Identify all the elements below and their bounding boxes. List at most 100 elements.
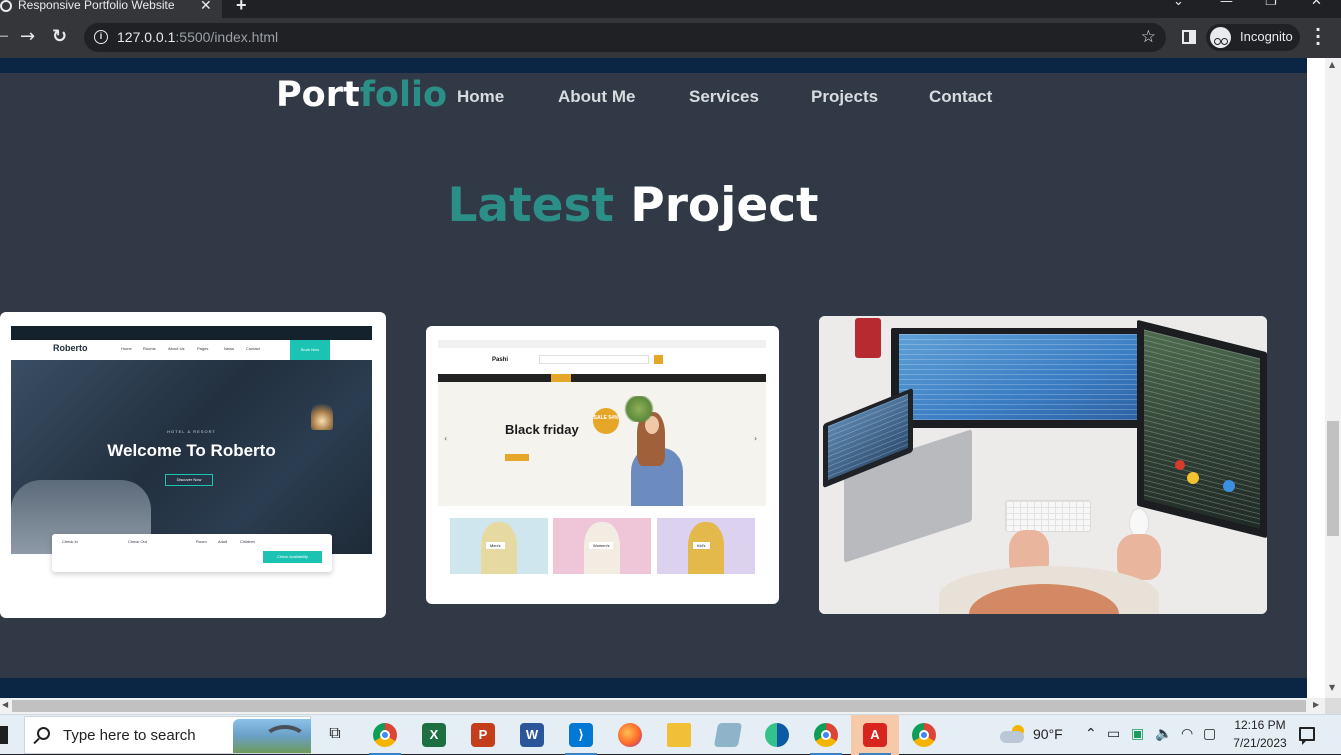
mockup-headline: Welcome To Roberto [107, 441, 276, 460]
tab-search-icon[interactable]: ⌄ [1173, 0, 1184, 9]
mockup-menu-item: Home [121, 346, 132, 351]
sale-badge: SALE 54% [593, 408, 619, 434]
tab-title: Responsive Portfolio Website [18, 0, 175, 12]
forward-arrow-icon[interactable]: → [20, 26, 35, 47]
taskbar-app-chrome-alt[interactable] [900, 715, 948, 755]
site-logo[interactable]: Portfolio [276, 75, 447, 115]
clock-date[interactable]: 7/21/2023 [1225, 736, 1295, 750]
mockup-headline: Black friday [505, 422, 579, 437]
chevron-up-icon[interactable]: ⌃ [1085, 726, 1097, 742]
scroll-left-arrow-icon[interactable]: ◀ [2, 700, 8, 709]
close-window-button[interactable]: ✕ [1311, 0, 1322, 9]
task-view-icon: ⧉ [329, 723, 341, 742]
nav-services[interactable]: Services [689, 87, 759, 107]
vertical-scrollbar[interactable]: ▲ ▼ [1325, 58, 1341, 698]
scroll-down-arrow-icon[interactable]: ▼ [1329, 683, 1335, 692]
speaker-muted-icon[interactable]: 🔈 [1155, 726, 1172, 742]
mockup-menu-highlight [551, 374, 571, 382]
meet-now-icon[interactable]: ▣ [1131, 726, 1144, 742]
category-tile-kids: Kid's [657, 518, 755, 574]
chevron-right-icon: › [754, 434, 758, 443]
kebab-menu-icon[interactable]: · · · [1314, 22, 1322, 52]
task-view-button[interactable]: ⧉ [311, 715, 359, 755]
footer-band [0, 678, 1307, 698]
project-card-workspace[interactable] [819, 316, 1267, 614]
mockup-form-label: Children [240, 539, 255, 544]
taskbar-app-word[interactable]: W [508, 715, 556, 755]
address-bar[interactable]: i 127.0.0.1:5500/index.html ☆ [84, 23, 1166, 52]
nav-home[interactable]: Home [457, 87, 504, 107]
mockup-topbar [11, 326, 372, 340]
weather-icon[interactable] [1000, 725, 1026, 743]
taskbar-app-chrome-profile[interactable] [802, 715, 850, 755]
toy [1175, 460, 1185, 470]
windows-taskbar: Type here to search ⧉ X P W ⟩ A 90°F ⌃ ▭… [0, 714, 1341, 755]
taskbar-search-box[interactable]: Type here to search [24, 716, 311, 754]
project-card-roberto[interactable]: Roberto Home Rooms About Us Pages News C… [0, 312, 386, 618]
new-tab-button[interactable]: + [236, 0, 247, 16]
vscode-icon: ⟩ [569, 723, 593, 747]
horizontal-scrollbar[interactable]: ◀ ▶ [0, 698, 1325, 714]
mockup-topbar [438, 340, 766, 348]
mockup-form-label: Adult [218, 539, 228, 544]
scroll-right-arrow-icon[interactable]: ▶ [1313, 700, 1319, 709]
bookmark-star-icon[interactable]: ☆ [1141, 27, 1156, 47]
reload-icon[interactable]: ↻ [52, 26, 67, 47]
taskbar-app-edge[interactable] [753, 715, 801, 755]
clock-time[interactable]: 12:16 PM [1225, 718, 1295, 732]
acrobat-icon: A [863, 723, 887, 747]
center-monitor [891, 328, 1163, 428]
mockup-menu-item: News [224, 346, 235, 351]
word-icon: W [520, 723, 544, 747]
mockup-form-label: Check In [62, 539, 78, 544]
restore-button[interactable]: ❐ [1265, 0, 1277, 9]
taskbar-app-vscode[interactable]: ⟩ [557, 715, 605, 755]
nav-contact[interactable]: Contact [929, 87, 992, 107]
horizontal-scroll-thumb[interactable] [12, 700, 1306, 712]
search-highlight-image [233, 719, 311, 753]
project-card-pashi[interactable]: Pashi ‹ › Black friday SALE 54% Men's Wo… [426, 326, 779, 604]
taskbar-app-file-explorer[interactable] [655, 715, 703, 755]
mockup-booking-form: Check In Check Out Room Adult Children C… [52, 534, 332, 572]
taskbar-app-chrome[interactable] [361, 715, 409, 755]
site-info-icon[interactable]: i [94, 30, 108, 44]
taskbar-app-acrobat[interactable]: A [851, 715, 899, 755]
mockup-menu-item: About Us [168, 346, 185, 351]
powerpoint-icon: P [471, 723, 495, 747]
screen-capture-icon[interactable]: ▢ [1203, 726, 1216, 742]
taskbar-app-powerpoint[interactable]: P [459, 715, 507, 755]
minimize-button[interactable]: — [1220, 0, 1233, 9]
nav-projects[interactable]: Projects [811, 87, 878, 107]
wifi-icon[interactable]: ◠ [1181, 726, 1193, 742]
mockup-kicker: HOTEL & RESORT [167, 429, 216, 434]
category-tile-women: Women's [553, 518, 651, 574]
taskbar-app-excel[interactable]: X [410, 715, 458, 755]
taskbar-app-firefox[interactable] [606, 715, 654, 755]
vertical-scroll-thumb[interactable] [1327, 421, 1339, 536]
url-text[interactable]: 127.0.0.1:5500/index.html [117, 29, 278, 45]
lamp-image [311, 400, 333, 430]
toy [1187, 472, 1199, 484]
incognito-label: Incognito [1240, 29, 1293, 44]
workspace-photo [819, 316, 1267, 614]
mockup-header: Pashi [438, 348, 766, 374]
mockup-logo: Roberto [53, 343, 88, 353]
category-tile-men: Men's [450, 518, 548, 574]
mockup-book-button: Book Now [290, 340, 330, 360]
taskbar-search-placeholder: Type here to search [63, 727, 196, 744]
model-image [623, 396, 693, 506]
start-button[interactable] [0, 726, 8, 744]
battery-icon[interactable]: ▭ [1107, 726, 1120, 742]
scroll-up-arrow-icon[interactable]: ▲ [1329, 60, 1335, 69]
notification-icon[interactable] [1299, 727, 1315, 745]
taskbar-app-notepad[interactable] [704, 715, 752, 755]
weather-temperature[interactable]: 90°F [1033, 726, 1063, 742]
browser-tab[interactable]: Responsive Portfolio Website ✕ [0, 0, 222, 18]
back-arrow-icon[interactable]: ← [0, 26, 9, 47]
close-tab-icon[interactable]: ✕ [200, 0, 212, 14]
incognito-profile-button[interactable]: Incognito [1206, 24, 1300, 51]
nav-about-me[interactable]: About Me [558, 87, 635, 107]
side-panel-icon[interactable] [1182, 30, 1196, 44]
red-box [855, 318, 881, 358]
section-title: Latest Project [447, 178, 819, 233]
